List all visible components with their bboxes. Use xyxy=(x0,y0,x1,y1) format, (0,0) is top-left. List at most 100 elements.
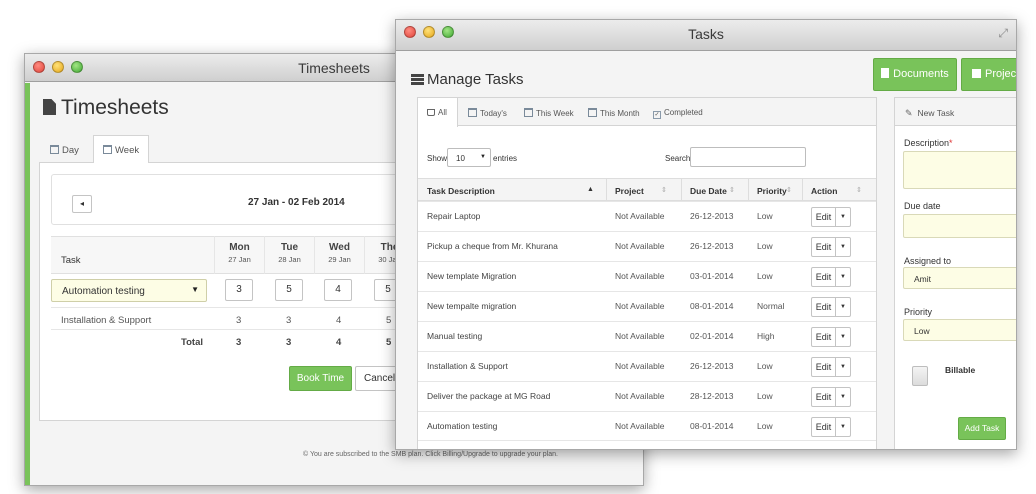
calendar-icon xyxy=(103,145,112,154)
documents-button[interactable]: Documents xyxy=(873,58,957,91)
fullscreen-icon[interactable]: ⤢ xyxy=(998,26,1008,41)
row-value: 3 xyxy=(236,315,242,326)
edit-button[interactable]: Edit xyxy=(811,387,836,407)
edit-button[interactable]: Edit xyxy=(811,297,836,317)
day-col-tue: Tue 28 Jan xyxy=(264,236,314,274)
action-dropdown-button[interactable]: ▼ xyxy=(835,387,851,407)
assigned-to-select[interactable]: Amit xyxy=(903,267,1016,289)
window-title: Tasks xyxy=(688,26,724,42)
tab-label: Day xyxy=(62,145,79,156)
book-time-button[interactable]: Book Time xyxy=(289,366,352,391)
grid-divider xyxy=(51,329,451,330)
col-due-date[interactable]: Due Date xyxy=(690,186,727,196)
edit-button[interactable]: Edit xyxy=(811,237,836,257)
tab-completed[interactable]: ✓ Completed xyxy=(653,108,703,119)
action-dropdown-button[interactable]: ▼ xyxy=(835,357,851,377)
billable-checkbox[interactable] xyxy=(912,366,928,386)
total-value: 3 xyxy=(236,337,242,348)
task-project: Not Available xyxy=(615,271,665,281)
task-priority: Normal xyxy=(757,301,785,311)
sort-icon[interactable]: ⇕ xyxy=(729,186,735,194)
hours-input-mon[interactable]: 3 xyxy=(225,279,253,301)
assigned-to-value: Amit xyxy=(914,274,931,284)
edit-button[interactable]: Edit xyxy=(811,417,836,437)
page-length-value: 10 xyxy=(456,154,465,163)
tasks-titlebar[interactable]: Tasks ⤢ xyxy=(396,20,1016,51)
hours-input-wed[interactable]: 4 xyxy=(324,279,352,301)
task-description: Deliver the package at MG Road xyxy=(427,391,551,401)
add-task-button[interactable]: Add Task xyxy=(958,417,1006,440)
total-value: 5 xyxy=(386,337,392,348)
priority-select[interactable]: Low xyxy=(903,319,1016,341)
edit-button[interactable]: Edit xyxy=(811,357,836,377)
task-project: Not Available xyxy=(615,241,665,251)
prev-week-button[interactable]: ◂ xyxy=(72,195,92,213)
day-name: Wed xyxy=(329,242,350,253)
action-dropdown-button[interactable]: ▼ xyxy=(835,237,851,257)
task-select[interactable]: Automation testing ▼ xyxy=(51,279,207,302)
day-date: 29 Jan xyxy=(328,255,351,264)
col-task-description[interactable]: Task Description xyxy=(427,186,495,196)
calendar-icon xyxy=(524,108,533,117)
action-dropdown-button[interactable]: ▼ xyxy=(835,207,851,227)
table-row: Repair Laptop Not Available 26-12-2013 L… xyxy=(418,201,876,231)
table-row: Installation & Support Not Available 26-… xyxy=(418,351,876,381)
inbox-icon xyxy=(427,109,435,116)
sort-icon[interactable]: ⇕ xyxy=(661,186,667,194)
action-dropdown-button[interactable]: ▼ xyxy=(835,417,851,437)
day-date: 28 Jan xyxy=(278,255,301,264)
tab-week[interactable]: Week xyxy=(93,135,149,164)
sort-icon[interactable]: ⇕ xyxy=(786,186,792,194)
day-name: Mon xyxy=(229,242,250,253)
hours-input-tue[interactable]: 5 xyxy=(275,279,303,301)
tab-this-week[interactable]: This Week xyxy=(524,108,574,118)
document-icon xyxy=(881,68,890,78)
footer-text: © You are subscribed to the SMB plan. Cl… xyxy=(303,451,558,458)
edit-button[interactable]: Edit xyxy=(811,327,836,347)
row-task: Installation & Support xyxy=(61,315,152,326)
tab-todays[interactable]: Today's xyxy=(468,108,507,118)
task-due-date: 28-12-2013 xyxy=(690,391,734,401)
priority-label: Priority xyxy=(904,307,933,317)
table-row: New tempalte migration Not Available 08-… xyxy=(418,291,876,321)
description-textarea[interactable] xyxy=(903,151,1016,189)
edit-button[interactable]: Edit xyxy=(811,267,836,287)
col-separator xyxy=(802,178,803,201)
action-dropdown-button[interactable]: ▼ xyxy=(835,327,851,347)
tab-this-month[interactable]: This Month xyxy=(588,108,640,118)
day-col-mon: Mon 27 Jan xyxy=(214,236,264,274)
projects-button[interactable]: Projec xyxy=(961,58,1016,91)
show-label: Show xyxy=(427,154,448,163)
action-dropdown-button[interactable]: ▼ xyxy=(835,267,851,287)
col-project[interactable]: Project xyxy=(615,186,644,196)
sort-asc-icon[interactable]: ▲ xyxy=(587,186,594,193)
row-value: 5 xyxy=(386,315,392,326)
task-description: New tempalte migration xyxy=(427,301,517,311)
task-project: Not Available xyxy=(615,361,665,371)
col-action: Action xyxy=(811,186,838,196)
due-date-input[interactable] xyxy=(903,214,1016,238)
label-text: Description xyxy=(904,138,950,148)
required-mark: * xyxy=(949,138,953,148)
page-length-select[interactable]: 10 ▼ xyxy=(447,148,491,167)
search-input[interactable] xyxy=(690,147,806,167)
task-due-date: 26-12-2013 xyxy=(690,211,734,221)
task-description: Pickup a cheque from Mr. Khurana xyxy=(427,241,558,251)
edit-icon: ✎ xyxy=(905,108,913,118)
page-title: Timesheets xyxy=(43,96,169,120)
chevron-down-icon: ▼ xyxy=(480,154,486,160)
task-description: New template Migration xyxy=(427,271,517,281)
total-label: Total xyxy=(181,337,203,348)
timesheet-grid: Task Mon 27 Jan Tue 28 Jan Wed 29 Jan Th… xyxy=(51,236,451,351)
description-label: Description* xyxy=(904,138,953,148)
tab-all[interactable]: All xyxy=(418,98,458,127)
col-priority[interactable]: Priority xyxy=(757,186,787,196)
task-due-date: 26-12-2013 xyxy=(690,241,734,251)
sort-icon[interactable]: ⇕ xyxy=(856,186,862,194)
task-due-date: 03-01-2014 xyxy=(690,271,734,281)
tab-label: This Week xyxy=(536,109,574,118)
action-dropdown-button[interactable]: ▼ xyxy=(835,297,851,317)
edit-button[interactable]: Edit xyxy=(811,207,836,227)
tab-day[interactable]: Day xyxy=(41,137,89,163)
calendar-icon xyxy=(588,108,597,117)
